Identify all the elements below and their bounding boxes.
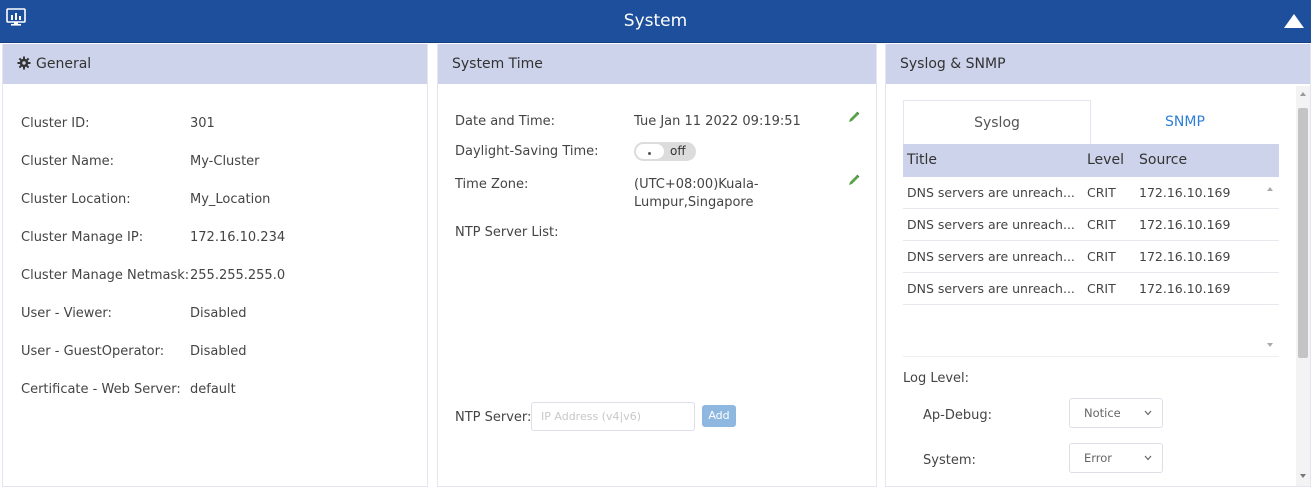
user-guestoperator-label: User - GuestOperator: bbox=[21, 344, 165, 359]
row-title: DNS servers are unreach... bbox=[907, 281, 1075, 296]
collapse-up-icon[interactable] bbox=[1283, 13, 1305, 29]
cluster-location-label: Cluster Location: bbox=[21, 192, 131, 207]
add-ntp-server-button[interactable]: Add bbox=[702, 405, 736, 427]
syslog-snmp-tabs: Syslog SNMP bbox=[903, 100, 1279, 144]
row-level: CRIT bbox=[1087, 185, 1116, 200]
row-source: 172.16.10.169 bbox=[1139, 249, 1231, 264]
date-time-value: Tue Jan 11 2022 09:19:51 bbox=[634, 114, 801, 129]
table-row[interactable]: DNS servers are unreach... CRIT 172.16.1… bbox=[903, 177, 1279, 209]
cluster-manage-ip-value: 172.16.10.234 bbox=[190, 230, 286, 245]
row-level: CRIT bbox=[1087, 217, 1116, 232]
row-title: DNS servers are unreach... bbox=[907, 217, 1075, 232]
syslog-snmp-title: Syslog & SNMP bbox=[900, 56, 1006, 72]
row-title: DNS servers are unreach... bbox=[907, 249, 1075, 264]
dst-toggle-label: off bbox=[670, 144, 686, 158]
cluster-name-label: Cluster Name: bbox=[21, 154, 115, 169]
dst-toggle-knob bbox=[636, 144, 664, 159]
panel-scrollbar[interactable] bbox=[1296, 86, 1310, 486]
scroll-up-icon[interactable] bbox=[1300, 92, 1306, 96]
system-time-title: System Time bbox=[452, 56, 543, 72]
table-scroll-down-icon[interactable] bbox=[1267, 343, 1273, 347]
log-level-label: Log Level: bbox=[903, 371, 970, 386]
syslog-table-header: Title Level Source bbox=[903, 144, 1279, 177]
page-title: System bbox=[623, 11, 688, 31]
system-header-bar[interactable]: System bbox=[0, 0, 1311, 43]
cluster-location-value: My_Location bbox=[190, 192, 271, 207]
gear-icon bbox=[17, 56, 31, 69]
general-title: General bbox=[36, 56, 92, 72]
tab-syslog[interactable]: Syslog bbox=[903, 100, 1091, 144]
ntp-server-input[interactable]: IP Address (v4|v6) bbox=[531, 402, 695, 431]
user-viewer-label: User - Viewer: bbox=[21, 306, 112, 321]
row-source: 172.16.10.169 bbox=[1139, 217, 1231, 232]
system-time-panel-header: System Time bbox=[438, 44, 876, 84]
edit-date-time-pencil-icon[interactable] bbox=[847, 110, 861, 124]
table-scroll-up-icon[interactable] bbox=[1267, 187, 1273, 191]
row-title: DNS servers are unreach... bbox=[907, 185, 1075, 200]
cluster-name-value: My-Cluster bbox=[190, 154, 260, 169]
column-title[interactable]: Title bbox=[907, 144, 937, 177]
table-row[interactable]: DNS servers are unreach... CRIT 172.16.1… bbox=[903, 241, 1279, 273]
table-row[interactable]: DNS servers are unreach... CRIT 172.16.1… bbox=[903, 209, 1279, 241]
syslog-table-body: DNS servers are unreach... CRIT 172.16.1… bbox=[903, 177, 1279, 357]
column-source[interactable]: Source bbox=[1139, 144, 1187, 177]
user-guestoperator-value: Disabled bbox=[190, 344, 247, 359]
certificate-web-server-value: default bbox=[190, 382, 236, 397]
date-time-label: Date and Time: bbox=[455, 114, 555, 129]
row-level: CRIT bbox=[1087, 281, 1116, 296]
cluster-id-value: 301 bbox=[190, 116, 215, 131]
cluster-manage-ip-label: Cluster Manage IP: bbox=[21, 230, 144, 245]
edit-time-zone-pencil-icon[interactable] bbox=[847, 173, 861, 187]
table-row[interactable]: DNS servers are unreach... CRIT 172.16.1… bbox=[903, 273, 1279, 305]
syslog-snmp-panel-header: Syslog & SNMP bbox=[886, 44, 1310, 84]
cluster-id-label: Cluster ID: bbox=[21, 116, 90, 131]
time-zone-value-line1: (UTC+08:00)Kuala- bbox=[634, 177, 759, 192]
dst-label: Daylight-Saving Time: bbox=[455, 144, 599, 159]
time-zone-value-line2: Lumpur,Singapore bbox=[634, 195, 754, 210]
scroll-down-icon[interactable] bbox=[1300, 474, 1306, 478]
user-viewer-value: Disabled bbox=[190, 306, 247, 321]
ap-debug-level-value: Notice bbox=[1084, 406, 1121, 420]
time-zone-label: Time Zone: bbox=[455, 177, 529, 192]
row-source: 172.16.10.169 bbox=[1139, 185, 1231, 200]
ntp-server-list-label: NTP Server List: bbox=[455, 225, 559, 240]
system-level-value: Error bbox=[1084, 451, 1113, 465]
system-time-panel: System Time Date and Time: Tue Jan 11 20… bbox=[437, 44, 877, 487]
general-panel-header: General bbox=[3, 44, 427, 84]
column-level[interactable]: Level bbox=[1087, 144, 1124, 177]
dst-toggle[interactable]: off bbox=[634, 142, 696, 161]
ap-debug-label: Ap-Debug: bbox=[923, 408, 992, 423]
row-level: CRIT bbox=[1087, 249, 1116, 264]
system-level-label: System: bbox=[923, 453, 976, 468]
chevron-down-icon bbox=[1144, 455, 1152, 461]
chevron-down-icon bbox=[1144, 410, 1152, 416]
general-panel: General Cluster ID: 301 Cluster Name: My… bbox=[2, 44, 428, 487]
certificate-web-server-label: Certificate - Web Server: bbox=[21, 382, 181, 397]
row-source: 172.16.10.169 bbox=[1139, 281, 1231, 296]
ntp-server-label: NTP Server: bbox=[455, 410, 532, 425]
cluster-manage-netmask-label: Cluster Manage Netmask: bbox=[21, 268, 190, 283]
cluster-manage-netmask-value: 255.255.255.0 bbox=[190, 268, 286, 283]
system-level-select[interactable]: Error bbox=[1069, 443, 1163, 473]
syslog-snmp-panel: Syslog & SNMP Syslog SNMP Title Level So… bbox=[885, 44, 1311, 487]
scrollbar-thumb[interactable] bbox=[1298, 108, 1308, 358]
ap-debug-level-select[interactable]: Notice bbox=[1069, 398, 1163, 428]
tab-snmp[interactable]: SNMP bbox=[1091, 100, 1279, 144]
